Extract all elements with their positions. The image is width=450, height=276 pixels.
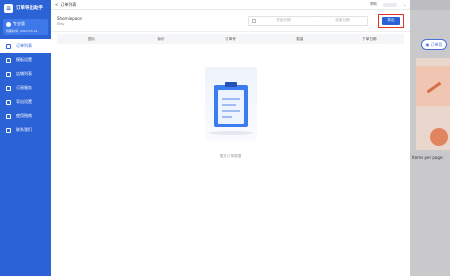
settings-icon [6, 99, 11, 105]
sidebar-item-shops[interactable]: 店铺列表 [0, 67, 51, 81]
sidebar-item-orders[interactable]: 订单列表 [0, 39, 51, 53]
column-order-number: 订单号 [225, 36, 236, 41]
shop-platform: Etsy [57, 21, 65, 26]
sidebar-item-subscription[interactable]: 订阅服务 [0, 81, 51, 95]
avatar [6, 21, 11, 27]
app-logo-icon: ≡ [4, 3, 13, 13]
date-separator: - [312, 18, 314, 23]
guide-icon [6, 113, 11, 119]
breadcrumb: < 订单列表 [55, 1, 77, 8]
empty-message: 暂无订单数据 [219, 154, 242, 158]
table-header: 图片 标价 订单号 数量 下单日期 [57, 34, 404, 44]
export-highlight: 导出 [378, 13, 404, 28]
sidebar-item-templates[interactable]: 模板设置 [0, 53, 51, 67]
app-name: 订单导出助手 [16, 6, 43, 11]
order-list-icon [6, 43, 11, 49]
chevron-down-icon[interactable]: ⌄ [403, 3, 406, 7]
column-image: 图片 [88, 36, 96, 41]
sidebar-item-export-settings[interactable]: 导出设置 [0, 95, 51, 109]
column-order-date: 下单日期 [362, 36, 377, 41]
filter-bar: Shorniepace Etsy 开始日期 - 结束日期 导出 [51, 10, 410, 32]
main-panel: < 订单列表 帮助 ⌄ Shorniepace Etsy 开始日期 - 结束日期… [51, 0, 410, 276]
column-quantity: 数量 [296, 36, 304, 41]
start-date-input[interactable]: 开始日期 [259, 18, 308, 23]
export-button[interactable]: 导出 [382, 16, 400, 25]
background-illustration [416, 58, 450, 150]
calendar-icon [249, 18, 259, 23]
items-per-page-label: Items per page: [412, 155, 444, 160]
account-expiry: 到期时间: 2024-03-14 [6, 29, 38, 33]
sidebar: ≡ 订单导出助手 专业版 到期时间: 2024-03-14 订单列表 模板设置 … [0, 0, 51, 276]
sidebar-brand: ≡ 订单导出助手 [0, 0, 51, 16]
subscription-icon [6, 85, 11, 91]
shop-icon [6, 71, 11, 77]
shop-name: Shorniepace [57, 15, 82, 21]
background-page: ▣ 订单导 Items per page: [410, 0, 450, 276]
contact-icon [6, 127, 11, 133]
sidebar-item-guide[interactable]: 使用指南 [0, 109, 51, 123]
template-icon [6, 57, 11, 63]
shop-selector[interactable]: Shorniepace Etsy [57, 16, 82, 26]
empty-state: 暂无订单数据 [51, 55, 410, 165]
date-range-picker[interactable]: 开始日期 - 结束日期 [248, 15, 368, 26]
column-price: 标价 [157, 36, 165, 41]
topbar-control[interactable] [383, 2, 398, 7]
end-date-input[interactable]: 结束日期 [318, 18, 367, 23]
help-link[interactable]: 帮助 [370, 2, 377, 7]
extension-icon: ▣ [425, 42, 430, 47]
back-arrow-icon[interactable]: < [55, 2, 58, 7]
extension-open-button[interactable]: ▣ 订单导 [421, 39, 447, 50]
account-plan: 专业版 [13, 21, 25, 26]
topbar-right: 帮助 ⌄ [370, 2, 406, 7]
background-topbar [410, 0, 450, 10]
breadcrumb-bar: < 订单列表 帮助 ⌄ [51, 0, 410, 10]
clipboard-illustration-icon [191, 63, 271, 148]
sidebar-item-contact[interactable]: 联系我们 [0, 123, 51, 137]
account-card: 专业版 到期时间: 2024-03-14 [3, 19, 48, 35]
